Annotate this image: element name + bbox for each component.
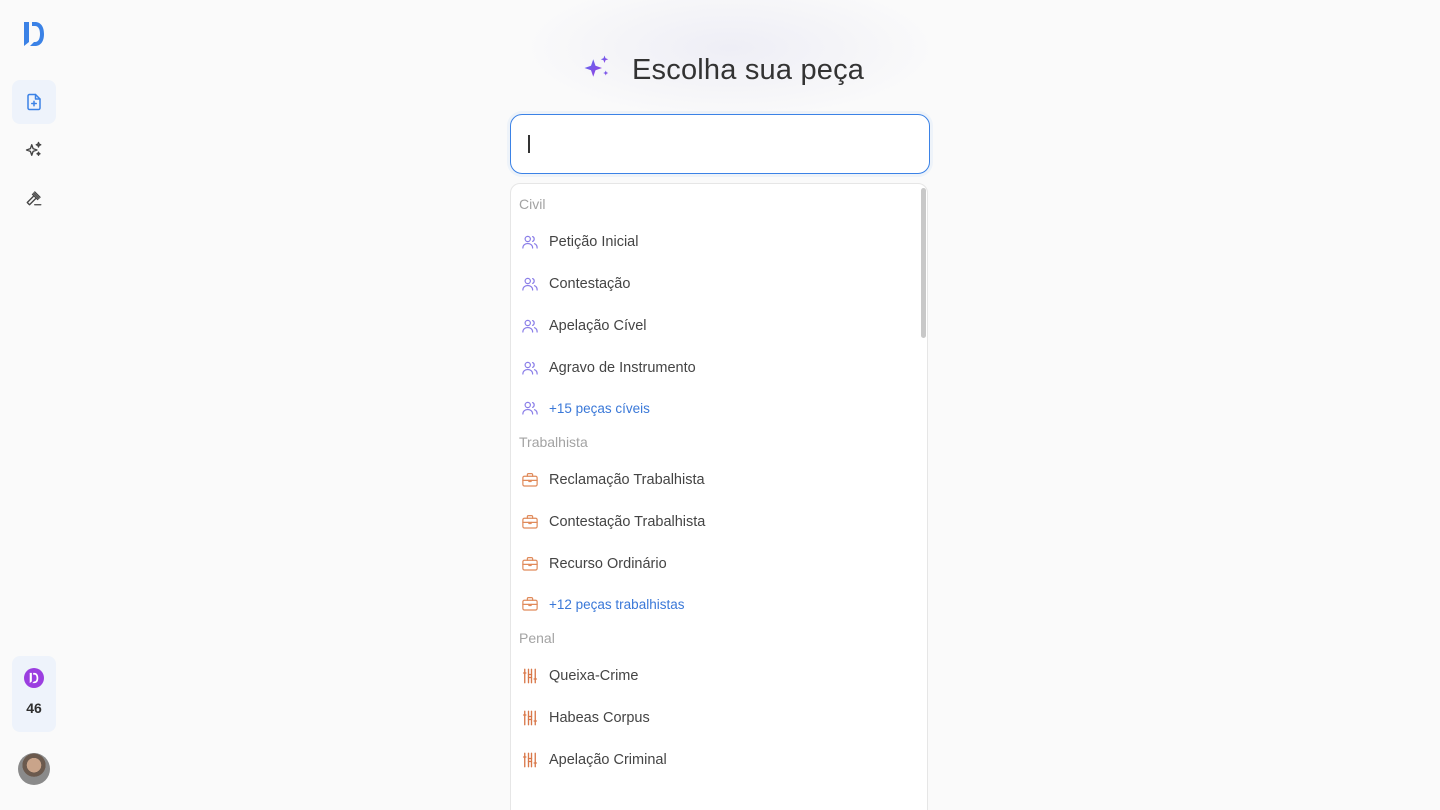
more-pieces-link[interactable]: +12 peças trabalhistas [519, 587, 919, 621]
sidebar-item-legal[interactable] [12, 176, 56, 220]
group-label: Trabalhista [519, 434, 588, 450]
dropdown-item-label: Apelação Cível [549, 318, 647, 334]
users-icon [521, 317, 539, 335]
group-label: Civil [519, 196, 546, 212]
dropdown-item-label: Habeas Corpus [549, 710, 650, 726]
dropdown-item[interactable]: Contestação Trabalhista [519, 505, 919, 539]
dropdown-item[interactable]: Agravo de Instrumento [519, 351, 919, 385]
more-pieces-label: +15 peças cíveis [549, 400, 650, 416]
sidebar: 46 [0, 0, 68, 810]
brand-logo-icon[interactable] [22, 20, 46, 48]
more-pieces-label: +12 peças trabalhistas [549, 596, 685, 612]
users-icon [521, 233, 539, 251]
brand-coin-icon [24, 668, 44, 688]
dropdown-item[interactable]: Queixa-Crime [519, 659, 919, 693]
briefcase-icon [521, 513, 539, 531]
dropdown-item[interactable]: Apelação Criminal [519, 743, 919, 777]
gavel-icon [25, 189, 43, 207]
users-icon [521, 359, 539, 377]
page-heading: Escolha sua peça [582, 52, 864, 88]
dropdown-item-label: Reclamação Trabalhista [549, 472, 705, 488]
dropdown-item[interactable]: Recurso Ordinário [519, 547, 919, 581]
briefcase-icon [521, 471, 539, 489]
briefcase-icon [521, 555, 539, 573]
prison-bars-icon [521, 751, 539, 769]
search-input[interactable] [529, 133, 912, 155]
prison-bars-icon [521, 709, 539, 727]
dropdown-item[interactable]: Apelação Cível [519, 309, 919, 343]
sparkles-icon [25, 141, 43, 159]
scrollbar[interactable] [921, 188, 926, 338]
credits-widget[interactable]: 46 [12, 656, 56, 732]
briefcase-icon [521, 595, 539, 613]
dropdown-item[interactable]: Habeas Corpus [519, 701, 919, 735]
dropdown-item-label: Contestação Trabalhista [549, 514, 706, 530]
credits-count: 46 [26, 700, 42, 716]
page-title: Escolha sua peça [632, 53, 865, 86]
sparkles-icon [582, 53, 612, 88]
dropdown-item-label: Recurso Ordinário [549, 556, 667, 572]
dropdown-item-label: Petição Inicial [549, 234, 639, 250]
users-icon [521, 275, 539, 293]
prison-bars-icon [521, 667, 539, 685]
dropdown-item[interactable]: Petição Inicial [519, 225, 919, 259]
avatar[interactable] [18, 753, 50, 785]
file-plus-icon [25, 93, 43, 111]
sidebar-item-new-document[interactable] [12, 80, 56, 124]
dropdown-item-label: Agravo de Instrumento [549, 360, 696, 376]
piece-dropdown: Civil Petição Inicial Contestação Apelação … [510, 183, 928, 810]
users-icon [521, 399, 539, 417]
group-label: Penal [519, 630, 555, 646]
dropdown-item-label: Contestação [549, 276, 631, 292]
dropdown-item-label: Apelação Criminal [549, 752, 667, 768]
sidebar-item-ai[interactable] [12, 128, 56, 172]
more-pieces-link[interactable]: +15 peças cíveis [519, 391, 919, 425]
dropdown-item[interactable]: Contestação [519, 267, 919, 301]
search-box[interactable] [510, 114, 930, 174]
dropdown-item[interactable]: Reclamação Trabalhista [519, 463, 919, 497]
dropdown-item-label: Queixa-Crime [549, 668, 639, 684]
